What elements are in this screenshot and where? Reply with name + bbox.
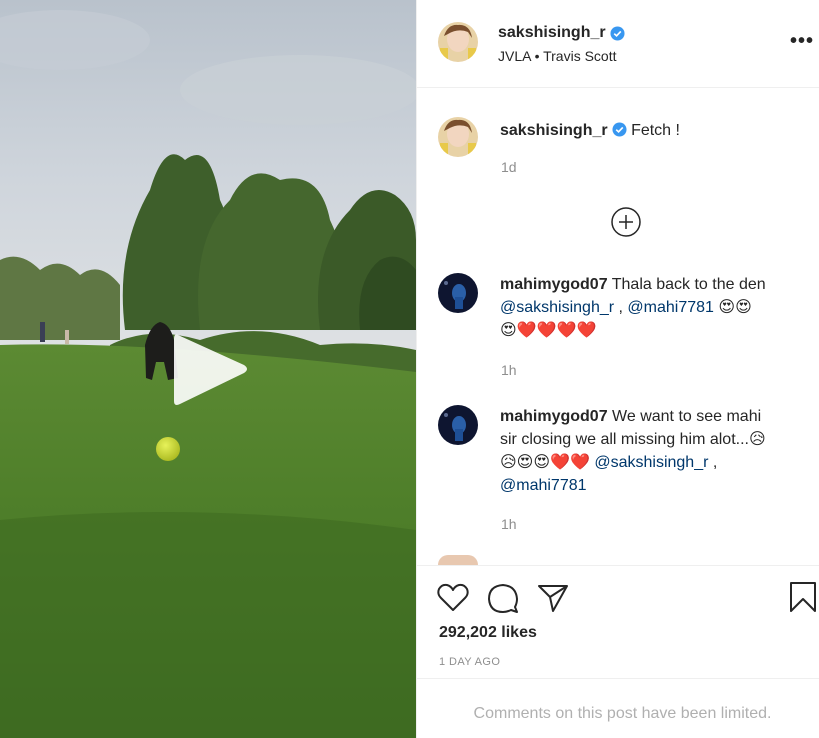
comment-username[interactable]: mahimygod07 [500,408,608,425]
comment-body: mahimygod07 Thala back to the den @saksh… [500,273,800,342]
comment-mention[interactable]: @sakshisingh_r [500,299,614,316]
comment-emoji: 😍❤️❤️❤️❤️ [500,322,597,339]
comment-body: mahimygod07 We want to see mahi sir clos… [500,405,800,497]
comment-separator: , [614,299,628,316]
comment-text: Thala back to the den [611,276,766,293]
share-icon[interactable] [537,583,569,613]
commenter-avatar[interactable] [438,555,478,565]
comment-username[interactable]: mahimygod07 [500,276,608,293]
caption-avatar[interactable] [438,117,478,157]
comment-icon[interactable] [487,583,519,613]
caption-text: Fetch ! [631,122,680,139]
save-bookmark-icon[interactable] [789,581,817,613]
comment-mention[interactable]: @mahi7781 [500,477,587,494]
verified-badge-icon [612,122,627,137]
comment-text: sir closing we all missing him alot... [500,431,749,448]
post-date[interactable]: 1 DAY AGO [439,656,500,668]
commenter-avatar[interactable] [438,405,478,445]
post-panel: sakshisingh_r JVLA • Travis Scott ••• sa… [416,0,819,738]
post-video[interactable] [0,0,416,738]
post-header: sakshisingh_r JVLA • Travis Scott ••• [417,0,819,88]
caption-username[interactable]: sakshisingh_r [500,122,608,139]
likes-count[interactable]: 292,202 likes [439,624,537,642]
comment-separator: , [708,454,718,471]
comments-list[interactable]: sakshisingh_r Fetch ! 1d mahimygod07 Tha… [417,89,819,565]
like-heart-icon[interactable] [437,583,469,613]
author-username-text[interactable]: sakshisingh_r [498,24,606,42]
comment-mention[interactable]: @sakshisingh_r [594,454,708,471]
verified-badge-icon [610,25,625,41]
audio-attribution[interactable]: JVLA • Travis Scott [498,48,617,64]
more-options-button[interactable]: ••• [790,31,814,51]
caption-time[interactable]: 1d [501,159,517,175]
comment-emoji: 😍😍 [718,299,752,316]
comment-time[interactable]: 1h [501,516,517,532]
author-avatar[interactable] [438,22,478,62]
commenter-avatar[interactable] [438,273,478,313]
play-icon[interactable] [168,327,252,411]
comment-text: We want to see mahi [612,408,762,425]
post-actions: 292,202 likes 1 DAY AGO [417,565,819,678]
comment-mention[interactable]: @mahi7781 [627,299,714,316]
author-username[interactable]: sakshisingh_r [498,24,625,42]
comment-time[interactable]: 1h [501,362,517,378]
load-more-comments-icon[interactable] [610,206,642,238]
comment-emoji: 😥 [748,431,766,448]
caption-body: sakshisingh_r Fetch ! [500,119,800,142]
comments-limited-notice: Comments on this post have been limited. [417,678,819,738]
comment-emoji: 😥😍😍❤️❤️ [500,454,590,471]
